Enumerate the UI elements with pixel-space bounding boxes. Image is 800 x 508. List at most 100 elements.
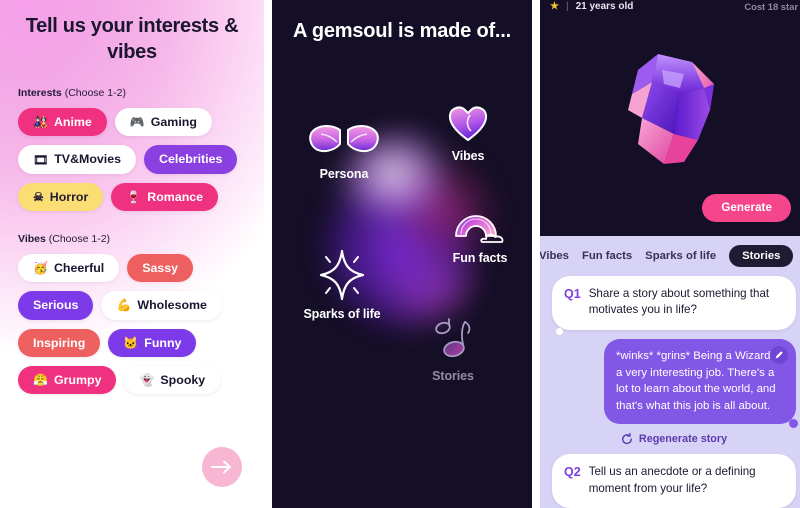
chip-cheerful[interactable]: 🥳 Cheerful xyxy=(18,253,120,283)
age-text: 21 years old xyxy=(575,0,634,12)
chip-label: Funny xyxy=(144,335,182,350)
question-bubble-q2: Q2 Tell us an anecdote or a defining mom… xyxy=(552,454,796,508)
grumpy-emoji-icon: 😤 xyxy=(33,372,48,387)
question-bubble-q1: Q1 Share a story about something that mo… xyxy=(552,276,796,335)
arrow-right-icon xyxy=(211,460,231,474)
skull-emoji-icon: ☠ xyxy=(33,189,44,204)
muscle-emoji-icon: 💪 xyxy=(116,298,132,313)
music-note-icon xyxy=(435,318,471,358)
cost-text: Cost 18 star xyxy=(744,0,798,12)
regenerate-label: Regenerate story xyxy=(638,433,728,446)
chip-label: Anime xyxy=(53,115,92,130)
vibes-row-4: 😤 Grumpy 👻 Spooky xyxy=(18,365,246,395)
pencil-icon xyxy=(775,351,783,359)
answer-bubble: *winks* *grins* Being a Wizard is a very… xyxy=(604,338,798,429)
question-text: Tell us an anecdote or a defining moment… xyxy=(588,465,756,495)
node-stories: Stories xyxy=(402,316,504,383)
wings-icon xyxy=(309,125,379,153)
chip-tv-movies[interactable]: 🎞 TV&Movies xyxy=(18,145,137,174)
heart-icon xyxy=(448,106,488,141)
interests-row-3: ☠ Horror 🍷 Romance xyxy=(18,182,246,211)
chip-gaming[interactable]: 🎮 Gaming xyxy=(114,108,212,137)
chip-wholesome[interactable]: 💪 Wholesome xyxy=(101,291,222,320)
chip-label: TV&Movies xyxy=(54,152,122,167)
panel-gemsoul-composition: A gemsoul is made of... Persona Vibes Fu… xyxy=(272,0,532,508)
gemsoul-title: A gemsoul is made of... xyxy=(292,20,512,42)
answer-text: *winks* *grins* Being a Wizard is a very… xyxy=(616,349,782,412)
chip-label: Cheerful xyxy=(53,260,105,275)
panel-gem-chat: ★ | 21 years old Cost 18 star Generate V… xyxy=(540,0,800,508)
gem-meta-header: ★ | 21 years old Cost 18 star xyxy=(540,0,800,14)
tab-fun-facts[interactable]: Fun facts xyxy=(582,250,632,262)
tab-vibes[interactable]: Vibes xyxy=(540,250,569,262)
chip-horror[interactable]: ☠ Horror xyxy=(18,182,104,211)
tab-stories[interactable]: Stories xyxy=(729,245,794,267)
vibes-row-2: Serious 💪 Wholesome xyxy=(18,291,246,320)
gaming-emoji-icon: 🎮 xyxy=(129,115,145,130)
chip-sassy[interactable]: Sassy xyxy=(127,253,194,283)
edit-answer-button[interactable] xyxy=(770,345,788,364)
interests-section-label: Interests (Choose 1-2) xyxy=(18,87,246,99)
star-icon: ★ xyxy=(550,0,559,12)
chip-inspiring[interactable]: Inspiring xyxy=(18,328,101,357)
node-label: Fun facts xyxy=(452,251,508,265)
header-separator: | xyxy=(565,0,569,12)
tab-sparks-of-life[interactable]: Sparks of life xyxy=(645,250,716,262)
film-emoji-icon: 🎞 xyxy=(33,152,49,167)
gem-icon xyxy=(628,54,714,164)
chip-romance[interactable]: 🍷 Romance xyxy=(111,182,219,211)
node-sparks-of-life: Sparks of life xyxy=(280,248,404,321)
chip-grumpy[interactable]: 😤 Grumpy xyxy=(18,365,117,395)
bubble-tail xyxy=(556,327,563,335)
chip-spooky[interactable]: 👻 Spooky xyxy=(124,365,221,395)
node-label: Stories xyxy=(432,369,474,383)
chip-label: Grumpy xyxy=(53,372,102,387)
node-label: Vibes xyxy=(451,149,485,163)
chat-thread: Q1 Share a story about something that mo… xyxy=(540,274,800,508)
question-tag: Q1 xyxy=(564,287,581,301)
node-label: Persona xyxy=(319,167,369,181)
gem-preview-area: ★ | 21 years old Cost 18 star Generate xyxy=(540,0,800,236)
generate-button[interactable]: Generate xyxy=(702,194,791,222)
interests-row-1: 🎎 Anime 🎮 Gaming xyxy=(18,108,246,137)
chip-label: Inspiring xyxy=(33,335,86,350)
chat-tabs: Vibes Fun facts Sparks of life Stories xyxy=(540,236,800,274)
chip-label: Serious xyxy=(33,298,79,313)
chip-label: Wholesome xyxy=(137,298,207,313)
chip-label: Gaming xyxy=(150,115,197,130)
chip-anime[interactable]: 🎎 Anime xyxy=(18,108,107,137)
vibes-label-hint: (Choose 1-2) xyxy=(48,232,111,245)
regenerate-story-button[interactable]: Regenerate story xyxy=(552,433,796,445)
chip-funny[interactable]: 🐱 Funny xyxy=(108,328,197,357)
next-button[interactable] xyxy=(202,447,242,487)
vibes-row-3: Inspiring 🐱 Funny xyxy=(18,328,246,357)
node-persona: Persona xyxy=(294,122,394,181)
node-fun-facts: Fun facts xyxy=(430,206,530,265)
answer-row: *winks* *grins* Being a Wizard is a very… xyxy=(552,338,798,429)
chip-label: Romance xyxy=(147,189,204,204)
refresh-icon xyxy=(621,433,632,445)
node-vibes: Vibes xyxy=(422,104,514,163)
wine-emoji-icon: 🍷 xyxy=(126,189,142,204)
chip-label: Spooky xyxy=(160,372,206,387)
rainbow-icon xyxy=(455,215,504,243)
node-label: Sparks of life xyxy=(303,307,381,321)
bubble-tail xyxy=(789,419,798,429)
chip-serious[interactable]: Serious xyxy=(18,291,94,320)
party-face-emoji-icon: 🥳 xyxy=(33,261,48,276)
gem-graphic-wrap xyxy=(540,48,800,172)
chip-celebrities[interactable]: Celebrities xyxy=(144,145,238,174)
interests-label-text: Interests xyxy=(18,87,62,100)
cat-emoji-icon: 🐱 xyxy=(123,335,139,350)
sparkle-icon xyxy=(319,249,365,301)
interests-row-2: 🎞 TV&Movies Celebrities xyxy=(18,145,246,174)
vibes-row-1: 🥳 Cheerful Sassy xyxy=(18,253,246,283)
screenshot-root: Tell us your interests & vibes Interests… xyxy=(0,0,800,508)
vibes-label-text: Vibes xyxy=(18,232,46,245)
anime-emoji-icon: 🎎 xyxy=(33,115,48,130)
question-tag: Q2 xyxy=(564,465,581,480)
question-text: Share a story about something that motiv… xyxy=(588,287,770,317)
page-title: Tell us your interests & vibes xyxy=(25,15,239,63)
vibes-section-label: Vibes (Choose 1-2) xyxy=(18,233,246,245)
ghost-emoji-icon: 👻 xyxy=(139,372,155,387)
